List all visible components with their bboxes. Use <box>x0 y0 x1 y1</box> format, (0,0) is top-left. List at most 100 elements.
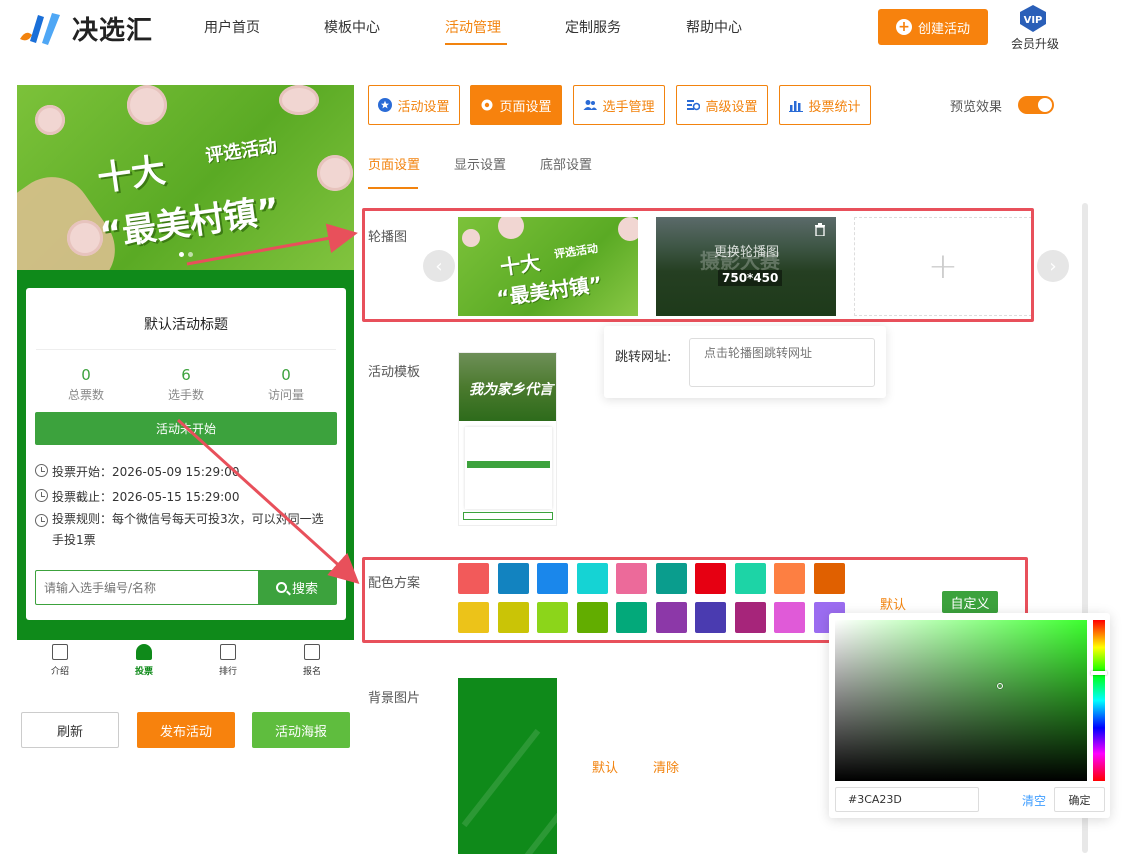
preview-banner: 十大 评选活动 “最美村镇” <box>17 85 354 270</box>
banner-flower-decoration <box>317 155 353 191</box>
clock-icon <box>35 464 48 477</box>
background-label: 背景图片 <box>368 691 421 706</box>
tab-label: 介绍 <box>50 667 69 677</box>
jump-url-input[interactable] <box>689 338 875 387</box>
banner-flower-decoration <box>67 220 103 256</box>
brand-name: 决选汇 <box>72 15 154 46</box>
template-headline: 我为家乡代言 <box>469 382 553 398</box>
refresh-button[interactable]: 刷新 <box>21 712 119 748</box>
tab-vote-statistics[interactable]: 投票统计 <box>779 85 871 125</box>
ranking-icon <box>220 644 236 660</box>
tab-intro[interactable]: 介绍 <box>35 644 85 677</box>
tab-ranking[interactable]: 排行 <box>203 644 253 677</box>
tab-label: 活动设置 <box>397 99 450 115</box>
carousel-next-button[interactable]: › <box>1037 250 1069 282</box>
stat-label: 访问量 <box>267 388 304 402</box>
contestant-search-button[interactable]: 搜索 <box>258 571 336 604</box>
color-picker-dropdown: #3CA23D 清空 确定 <box>829 613 1110 818</box>
tab-page-settings[interactable]: 页面设置 <box>470 85 562 125</box>
user-icon <box>136 644 152 660</box>
vote-end-row: 投票截止：2026-05-15 15:29:00 <box>35 488 239 505</box>
tab-label: 排行 <box>218 667 237 677</box>
search-icon <box>275 582 287 593</box>
contestant-search-input[interactable] <box>36 571 258 604</box>
nav-custom-service[interactable]: 定制服务 <box>565 17 621 37</box>
subtab-display-settings[interactable]: 显示设置 <box>454 154 506 173</box>
tab-advanced-settings[interactable]: 高级设置 <box>676 85 768 125</box>
nav-user-home[interactable]: 用户首页 <box>204 17 260 37</box>
plus-icon: + <box>895 19 912 35</box>
settings-sliders-icon <box>687 100 701 111</box>
template-label: 活动模板 <box>368 365 421 380</box>
subtab-footer-settings[interactable]: 底部设置 <box>540 154 592 173</box>
template-card <box>465 427 552 509</box>
banner-flower-decoration <box>127 85 167 125</box>
tab-label: 高级设置 <box>705 99 758 115</box>
background-thumbnail[interactable] <box>458 678 557 854</box>
subtab-active-underline <box>368 187 418 189</box>
publish-activity-button[interactable]: 发布活动 <box>137 712 235 748</box>
activity-info-card: 默认活动标题 0 总票数 6 选手数 0 访问量 活动未开始 投票开始：2026… <box>26 288 346 620</box>
phone-preview: 十大 评选活动 “最美村镇” 默认活动标题 0 总票数 6 选手数 0 访问量 … <box>17 85 354 640</box>
stripe-decoration <box>461 728 541 828</box>
bar-chart-icon <box>789 101 804 112</box>
hue-slider-thumb[interactable] <box>1091 671 1107 675</box>
activity-poster-button[interactable]: 活动海报 <box>252 712 350 748</box>
phone-tab-bar: 介绍 投票 排行 报名 <box>17 640 354 685</box>
clock-icon <box>35 489 48 502</box>
picker-clear-button[interactable]: 清空 <box>1022 792 1046 809</box>
hue-slider[interactable] <box>1093 620 1105 781</box>
create-activity-label: 创建活动 <box>917 21 970 37</box>
info-icon <box>35 514 48 527</box>
top-navigation-bar: 决选汇 用户首页 模板中心 活动管理 定制服务 帮助中心 + 创建活动 VIP … <box>0 0 1132 56</box>
banner-flower-decoration <box>279 85 319 115</box>
intro-icon <box>52 644 68 660</box>
preview-toggle[interactable] <box>1018 96 1054 114</box>
highlight-carousel <box>362 208 1034 322</box>
logo[interactable]: 决选汇 <box>16 8 153 48</box>
template-search <box>463 512 553 520</box>
preview-toggle-label: 预览效果 <box>950 100 1003 115</box>
vote-rule-row: 投票规则：每个微信号每天可投3次，可以对同一选手投1票 <box>35 512 335 551</box>
nav-active-underline <box>445 43 507 45</box>
banner-title-main: 十大 <box>95 150 168 200</box>
stat-contestants: 6 选手数 <box>136 366 236 403</box>
template-thumbnail[interactable]: 我为家乡代言 <box>458 352 557 526</box>
saturation-value-panel[interactable] <box>835 620 1087 781</box>
stat-value: 6 <box>181 366 191 384</box>
subtab-page-settings[interactable]: 页面设置 <box>368 154 420 173</box>
vip-badge-text: VIP <box>1024 15 1043 26</box>
vip-icon[interactable]: VIP <box>1016 4 1050 34</box>
tab-label: 报名 <box>302 667 321 677</box>
tab-label: 页面设置 <box>499 99 552 115</box>
hex-color-input[interactable]: #3CA23D <box>835 787 979 812</box>
picker-confirm-button[interactable]: 确定 <box>1054 787 1105 812</box>
stat-label: 总票数 <box>67 388 104 402</box>
banner-pagination-dots <box>179 252 193 257</box>
jump-url-label: 跳转网址: <box>615 350 672 365</box>
tab-label: 投票统计 <box>808 99 861 115</box>
member-upgrade-label[interactable]: 会员升级 <box>1011 35 1059 52</box>
vote-start-text: 投票开始：2026-05-09 15:29:00 <box>52 465 240 479</box>
background-default-link[interactable]: 默认 <box>592 757 618 776</box>
color-cursor[interactable] <box>997 683 1003 689</box>
background-clear-link[interactable]: 清除 <box>653 757 679 776</box>
tab-signup[interactable]: 报名 <box>287 644 337 677</box>
nav-help-center[interactable]: 帮助中心 <box>686 17 742 37</box>
template-status-bar <box>467 461 550 468</box>
logo-icon <box>20 13 60 45</box>
vote-start-row: 投票开始：2026-05-09 15:29:00 <box>35 463 239 480</box>
signup-icon <box>304 644 320 660</box>
nav-activity-management[interactable]: 活动管理 <box>445 17 501 37</box>
banner-flower-decoration <box>35 105 65 135</box>
tab-contestant-management[interactable]: 选手管理 <box>573 85 665 125</box>
stat-total-votes: 0 总票数 <box>36 366 136 403</box>
nav-template-center[interactable]: 模板中心 <box>324 17 380 37</box>
create-activity-button[interactable]: + 创建活动 <box>878 9 988 45</box>
tab-vote[interactable]: 投票 <box>119 644 169 677</box>
gear-icon <box>481 99 493 111</box>
tab-activity-settings[interactable]: 活动设置 <box>368 85 460 125</box>
chevron-right-icon: › <box>1049 255 1057 277</box>
vote-end-text: 投票截止：2026-05-15 15:29:00 <box>52 490 240 504</box>
stat-value: 0 <box>81 366 91 384</box>
